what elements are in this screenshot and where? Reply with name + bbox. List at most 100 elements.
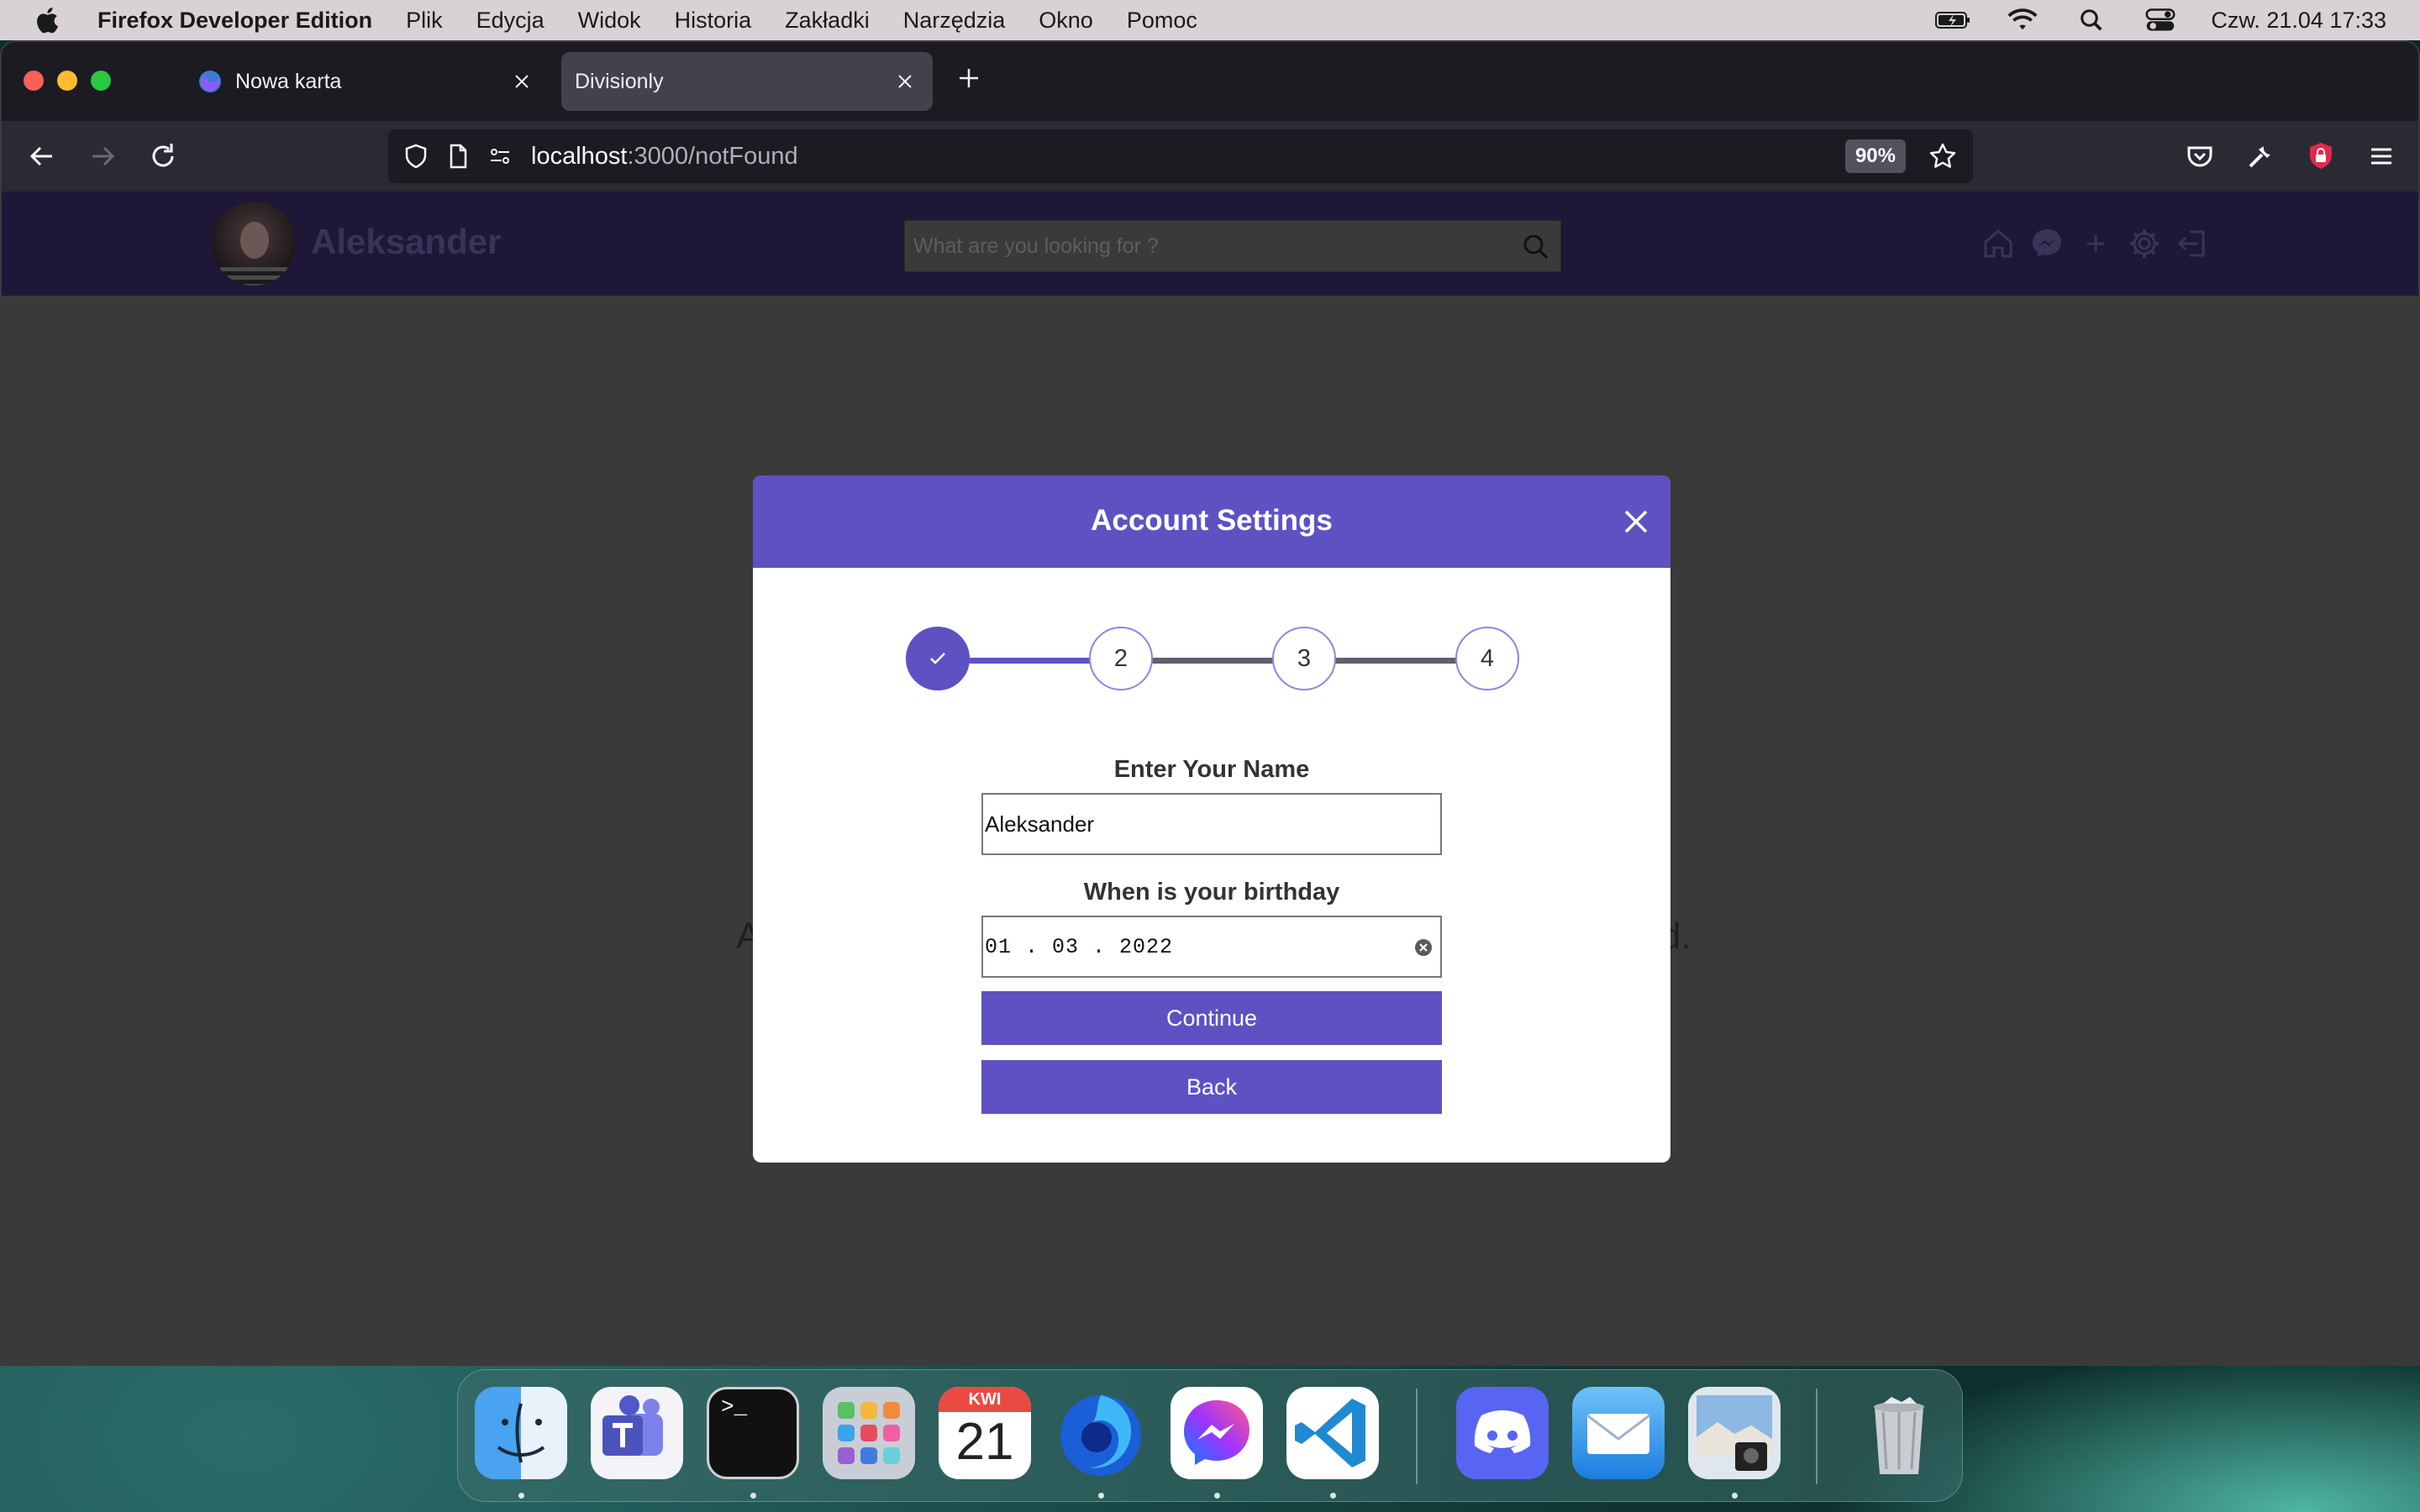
browser-window: Nowa karta Divisionly localhost:3000/not… (0, 40, 2420, 1366)
url-text[interactable]: localhost:3000/notFound (531, 143, 798, 171)
settings-gear-icon[interactable] (2126, 225, 2163, 262)
apple-menu-icon[interactable] (34, 5, 64, 35)
page-info-icon[interactable] (444, 142, 472, 171)
modal-title: Account Settings (1091, 504, 1333, 537)
home-icon[interactable] (1980, 225, 2017, 262)
macos-dock: >_ KWI 21 (457, 1369, 1963, 1502)
dock-running-dot (518, 1493, 524, 1499)
menu-item-edycja[interactable]: Edycja (476, 8, 544, 34)
messenger-icon[interactable] (1171, 1387, 1263, 1479)
url-path: :3000/notFound (627, 142, 798, 170)
extension-lock-icon[interactable] (2304, 139, 2338, 173)
trash-icon[interactable] (1853, 1387, 1945, 1479)
tab-close-icon[interactable] (892, 69, 918, 94)
zoom-level-badge[interactable]: 90% (1844, 139, 1906, 173)
preview-icon[interactable] (1688, 1387, 1781, 1479)
header-username[interactable]: Aleksander (311, 222, 501, 262)
spotlight-search-icon[interactable] (2073, 8, 2110, 33)
menu-clock[interactable]: Czw. 21.04 17:33 (2211, 8, 2386, 34)
messenger-icon[interactable] (2028, 225, 2065, 262)
account-settings-modal: Account Settings 2 3 4 Enter Your Name W… (753, 475, 1670, 1163)
name-field[interactable] (981, 793, 1442, 855)
battery-icon[interactable] (1935, 8, 1972, 33)
progress-stepper: 2 3 4 (753, 627, 1670, 694)
step-2: 2 (1089, 627, 1153, 690)
developer-tools-icon[interactable] (2244, 139, 2277, 173)
menu-item-pomoc[interactable]: Pomoc (1127, 8, 1197, 34)
tracking-shield-icon[interactable] (402, 142, 430, 171)
birthday-input[interactable] (983, 934, 1440, 959)
name-input[interactable] (983, 811, 1440, 837)
dock-separator (1816, 1389, 1818, 1484)
logout-icon[interactable] (2175, 225, 2212, 262)
terminal-prompt: >_ (721, 1394, 748, 1420)
window-close-button[interactable] (24, 71, 44, 91)
page-viewport: Aleksander A d. Account Settings (2, 192, 2418, 1364)
wifi-icon[interactable] (2004, 8, 2041, 33)
add-icon[interactable] (2077, 225, 2114, 262)
dock-running-dot (1330, 1493, 1336, 1499)
back-button[interactable]: Back (981, 1060, 1442, 1114)
hamburger-menu-icon[interactable] (2365, 139, 2398, 173)
close-icon[interactable] (1620, 506, 1652, 538)
discord-icon[interactable] (1456, 1387, 1549, 1479)
dock-running-dot (750, 1493, 756, 1499)
permissions-icon[interactable] (486, 142, 514, 171)
menu-item-narzedzia[interactable]: Narzędzia (903, 8, 1006, 34)
continue-button[interactable]: Continue (981, 991, 1442, 1045)
terminal-icon[interactable]: >_ (707, 1387, 799, 1479)
finder-icon[interactable] (475, 1387, 567, 1479)
menu-item-widok[interactable]: Widok (578, 8, 641, 34)
calendar-day: 21 (955, 1413, 1014, 1471)
avatar[interactable] (212, 202, 296, 286)
menu-app-name[interactable]: Firefox Developer Edition (97, 8, 372, 34)
mail-icon[interactable] (1572, 1387, 1665, 1479)
clear-date-icon[interactable] (1410, 934, 1437, 961)
vscode-icon[interactable] (1286, 1387, 1379, 1479)
window-zoom-button[interactable] (91, 71, 111, 91)
tab-strip: Nowa karta Divisionly (2, 42, 2418, 121)
firefox-tab-icon (199, 71, 221, 92)
reload-icon[interactable] (146, 139, 180, 173)
url-host: localhost (531, 142, 628, 170)
firefox-icon[interactable] (1055, 1387, 1147, 1479)
search-icon[interactable] (1520, 231, 1552, 263)
control-center-icon[interactable] (2142, 8, 2179, 33)
forward-icon[interactable] (86, 139, 119, 173)
step-1-complete (906, 627, 970, 690)
navigation-toolbar: localhost:3000/notFound 90% (2, 121, 2418, 192)
step-3: 3 (1272, 627, 1336, 690)
dock-separator (1416, 1389, 1418, 1484)
pocket-icon[interactable] (2183, 139, 2217, 173)
search-input[interactable] (913, 234, 1502, 259)
dock-running-dot (1098, 1493, 1104, 1499)
app-header: Aleksander (2, 192, 2418, 296)
window-minimize-button[interactable] (57, 71, 77, 91)
step-4: 4 (1455, 627, 1519, 690)
new-tab-icon[interactable] (956, 66, 981, 91)
tab-divisionly[interactable]: Divisionly (561, 52, 933, 111)
name-label: Enter Your Name (1113, 756, 1310, 783)
teams-icon[interactable] (591, 1387, 683, 1479)
tab-title: Divisionly (575, 69, 664, 93)
menu-item-historia[interactable]: Historia (675, 8, 752, 34)
checkmark-icon (930, 653, 945, 664)
menu-item-zakladki[interactable]: Zakładki (785, 8, 870, 34)
dock-running-dot (1732, 1493, 1738, 1499)
tab-close-icon[interactable] (509, 69, 534, 94)
macos-menu-bar: Firefox Developer Edition Plik Edycja Wi… (0, 0, 2420, 40)
birthday-field[interactable] (981, 916, 1442, 978)
menu-item-okno[interactable]: Okno (1039, 8, 1093, 34)
tab-nowa-karta[interactable]: Nowa karta (180, 52, 550, 111)
url-bar[interactable]: localhost:3000/notFound 90% (388, 129, 1973, 183)
bookmark-star-icon[interactable] (1928, 141, 1958, 171)
tab-title: Nowa karta (235, 69, 342, 93)
launchpad-icon[interactable] (823, 1387, 915, 1479)
calendar-month: KWI (968, 1390, 1002, 1409)
back-icon[interactable] (25, 139, 59, 173)
calendar-icon[interactable]: KWI 21 (939, 1387, 1031, 1479)
birthday-label: When is your birthday (1083, 879, 1340, 906)
menu-item-plik[interactable]: Plik (406, 8, 443, 34)
modal-header: Account Settings (753, 475, 1670, 568)
header-search[interactable] (904, 220, 1561, 272)
